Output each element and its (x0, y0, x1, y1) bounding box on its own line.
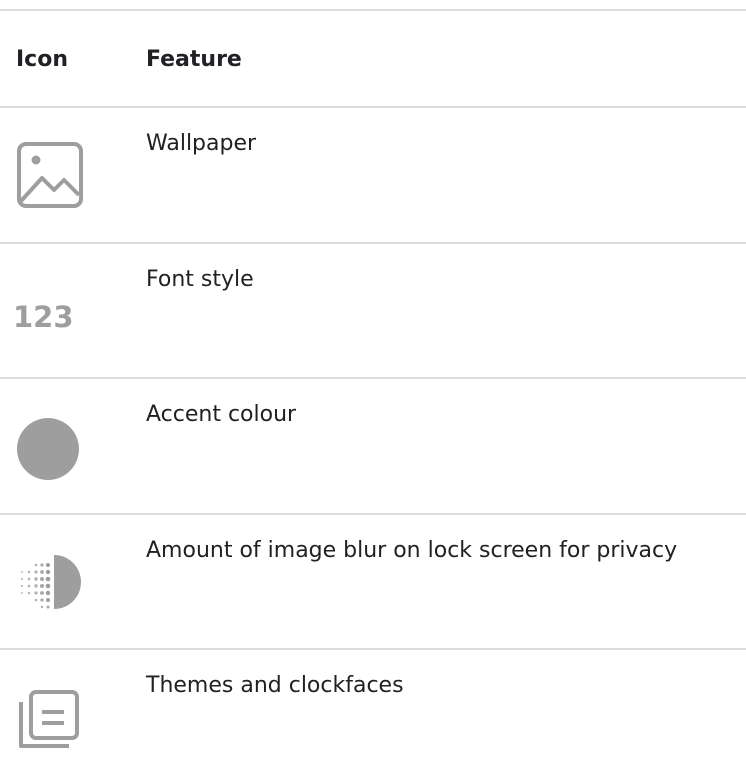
feature-label: Amount of image blur on lock screen for … (146, 538, 678, 563)
table-top-divider (0, 9, 746, 11)
themes-clockfaces-icon (16, 680, 84, 752)
table-row: Amount of image blur on lock screen for … (0, 515, 746, 649)
table-row: Accent colour (0, 379, 746, 513)
feature-table: Icon Feature Wallpaper 123 Font style Ac… (0, 0, 746, 778)
feature-label: Font style (146, 267, 254, 292)
table-row: Wallpaper (0, 108, 746, 242)
table-row: 123 Font style (0, 244, 746, 378)
wallpaper-icon (16, 138, 84, 210)
feature-label: Themes and clockfaces (146, 673, 404, 698)
font-style-icon-text: 123 (16, 300, 74, 334)
font-style-icon: 123 (16, 274, 84, 346)
icon-column-header: Icon (16, 47, 69, 72)
feature-label: Wallpaper (146, 131, 257, 156)
feature-column-header: Feature (146, 47, 242, 72)
accent-colour-icon (16, 409, 84, 481)
lock-screen-blur-icon (16, 545, 84, 617)
table-row: Themes and clockfaces (0, 650, 746, 784)
feature-label: Accent colour (146, 402, 297, 427)
